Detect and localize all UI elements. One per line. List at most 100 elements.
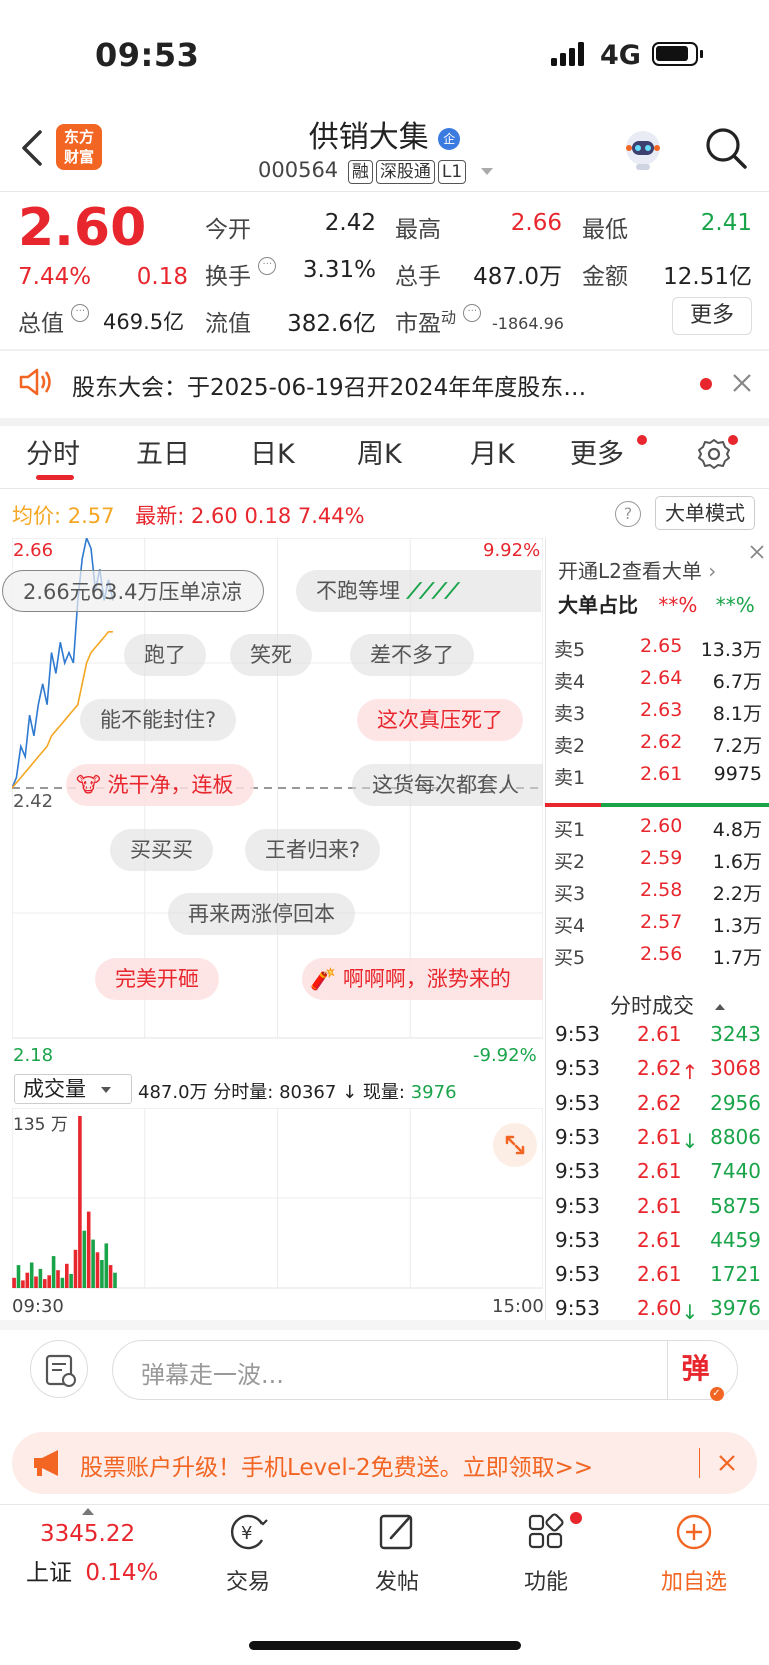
index-widget[interactable]: 3345.22 上证 0.14% — [20, 1508, 170, 1587]
volume-info: 487.0万 分时量: 80367 ↓ 现量: 3976 — [138, 1082, 457, 1103]
ask-row: 卖1 2.61 9975 — [548, 759, 766, 791]
volume-bar — [69, 1274, 73, 1288]
level-volume: 1.7万 — [712, 947, 762, 969]
tab-daily-k[interactable]: 日K — [250, 432, 295, 471]
stock-code-row[interactable]: 000564 融深股通 L1 — [258, 158, 493, 184]
more-button[interactable]: 更多 — [672, 297, 752, 335]
promo-text: 股票账户升级！手机Level-2免费送。立即领取>> — [80, 1455, 594, 1481]
danmaku-item[interactable]: 这次真压死了 — [357, 699, 523, 741]
promo-banner[interactable]: 股票账户升级！手机Level-2免费送。立即领取>> — [12, 1432, 757, 1494]
volume-label: 总手 — [395, 264, 441, 290]
change-value: 0.18 — [136, 264, 188, 290]
tick-volume: 3243 — [710, 1022, 761, 1046]
nav-features[interactable]: 功能 — [486, 1512, 606, 1596]
tick-title[interactable]: 分时成交 — [610, 990, 725, 1020]
danmaku-item[interactable]: 完美开砸 — [95, 958, 219, 1000]
help-icon[interactable]: ? — [615, 501, 641, 527]
nav-add-watchlist[interactable]: 加自选 — [634, 1512, 754, 1596]
tick-price: 2.62 — [637, 1090, 682, 1115]
volume-bar — [95, 1252, 100, 1288]
danmaku-item[interactable]: 王者归来? — [245, 829, 381, 871]
tab-weekly-k[interactable]: 周K — [357, 432, 402, 471]
danmaku-item[interactable]: 再来两涨停回本 — [168, 893, 355, 935]
volume-selector[interactable]: 成交量 — [14, 1074, 132, 1104]
level-label: 卖3 — [554, 703, 586, 725]
tick-time: 9:53 — [555, 1262, 600, 1287]
danmaku-item[interactable]: 买买买 — [110, 829, 213, 871]
danmaku-item[interactable]: 差不多了 — [350, 634, 474, 676]
big-order-ratio: 大单占比 **% **% — [558, 593, 755, 617]
level-volume: 13.3万 — [700, 639, 762, 661]
x-start-label: 09:30 — [12, 1296, 64, 1317]
battery-icon — [652, 42, 698, 66]
tab-more[interactable]: 更多 — [570, 432, 624, 471]
signal-icon — [551, 42, 587, 66]
tick-time: 9:53 — [555, 1124, 600, 1149]
tick-row: 9:53 2.61 7440 — [555, 1155, 765, 1189]
danmaku-item[interactable]: 2.66元63.4万压单凉凉 — [2, 570, 264, 612]
tab-5day[interactable]: 五日 — [136, 432, 190, 471]
big-order-mode-button[interactable]: 大单模式 — [655, 496, 755, 530]
level-label: 买5 — [554, 947, 586, 969]
volume-chart[interactable] — [12, 1108, 543, 1294]
level-label: 买1 — [554, 819, 586, 841]
tick-time: 9:53 — [555, 1227, 600, 1252]
y-mid-label: 2.42 — [13, 791, 54, 812]
comment-input[interactable]: 弹幕走一波... 弹✓ — [112, 1340, 738, 1401]
mktcap-value: 469.5亿 — [103, 310, 185, 334]
settings-icon[interactable] — [697, 437, 731, 471]
danmaku-settings-icon[interactable] — [30, 1340, 88, 1398]
volume-bar — [91, 1239, 95, 1288]
close-icon[interactable] — [730, 371, 754, 395]
chevron-up-icon — [714, 1004, 725, 1010]
tick-price: 2.60 ↓ — [637, 1296, 699, 1325]
volume-bar — [100, 1260, 104, 1288]
tick-volume: 3068 — [710, 1056, 761, 1081]
amount-value: 12.51亿 — [663, 264, 752, 290]
tab-monthly-k[interactable]: 月K — [470, 432, 515, 471]
info-icon[interactable]: ··· — [258, 257, 277, 275]
danmaku-item[interactable]: 🐮 洗干净，连板 — [66, 764, 254, 806]
tick-row: 9:53 2.61 3243 — [555, 1018, 765, 1052]
volume-bar — [86, 1211, 91, 1288]
danmaku-item[interactable]: 🧨 啊啊啊，涨势来的 — [302, 958, 543, 1000]
tag-connect: 深股通 — [375, 160, 435, 184]
level-volume: 1.6万 — [712, 851, 762, 873]
close-l2-icon[interactable] — [748, 543, 766, 561]
danmaku-item[interactable]: 跑了 — [124, 634, 206, 676]
volume-bar — [60, 1277, 65, 1288]
volume-bar — [34, 1276, 38, 1288]
danmaku-item[interactable]: 能不能封住? — [80, 699, 237, 741]
danmaku-item[interactable]: 这货每次都套人 — [352, 764, 543, 806]
l2-promo-link[interactable]: 开通L2查看大单 › — [558, 555, 716, 584]
danmaku-item[interactable]: 不跑等埋 ⟋⟋⟋⟋ — [296, 570, 541, 612]
danmaku-toggle-button[interactable]: 弹✓ — [667, 1341, 737, 1401]
level-price: 2.61 — [640, 763, 683, 785]
volume-bar — [82, 1230, 87, 1288]
info-icon[interactable]: ··· — [463, 304, 482, 322]
tab-intraday[interactable]: 分时 — [26, 432, 80, 471]
tick-volume: 2956 — [710, 1090, 761, 1115]
volume-bar — [12, 1277, 16, 1288]
volume-bar — [65, 1263, 69, 1288]
level-price: 2.60 — [640, 815, 683, 837]
notice-text[interactable]: 股东大会：于2025-06-19召开2024年年度股东… — [72, 368, 672, 402]
info-icon[interactable]: ··· — [71, 304, 90, 322]
expand-icon[interactable] — [493, 1123, 537, 1167]
status-time: 09:53 — [95, 36, 200, 74]
level-volume: 9975 — [713, 763, 762, 785]
danmaku-item[interactable]: 笑死 — [230, 634, 312, 676]
nav-post[interactable]: 发帖 — [337, 1512, 457, 1596]
add-circle-icon — [676, 1514, 712, 1550]
firecracker-icon: 🧨 — [310, 967, 337, 991]
volume-value: 487.0万 — [473, 264, 562, 290]
volume-bar — [104, 1243, 109, 1288]
robot-assistant-icon[interactable] — [620, 126, 666, 172]
level-volume: 7.2万 — [712, 735, 762, 757]
tick-price: 2.62 ↑ — [637, 1056, 699, 1085]
ask-row: 卖5 2.65 13.3万 — [548, 631, 766, 663]
level-price: 2.65 — [640, 635, 683, 657]
close-promo-icon[interactable] — [717, 1453, 737, 1473]
search-icon[interactable] — [704, 126, 748, 170]
nav-trade[interactable]: ¥ 交易 — [188, 1512, 308, 1596]
